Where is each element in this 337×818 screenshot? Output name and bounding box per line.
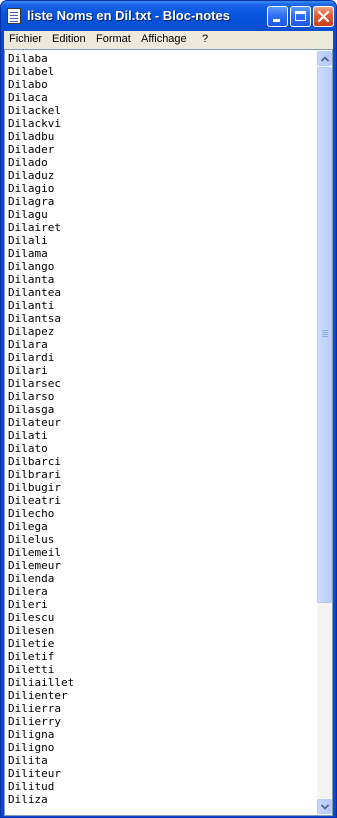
text-editor[interactable]: Dilaba Dilabel Dilabo Dilaca Dilackel Di… [4, 49, 333, 816]
text-line: Dilelus [8, 533, 55, 546]
text-line: Dilango [8, 260, 55, 273]
text-line: Dilato [8, 442, 48, 455]
text-line: Dilierra [8, 702, 61, 715]
text-line: Dilita [8, 754, 48, 767]
text-line: Diladuz [8, 169, 55, 182]
text-line: Dilasga [8, 403, 55, 416]
text-line: Diligna [8, 728, 55, 741]
text-line: Diliza [8, 793, 48, 806]
menu-bar: Fichier Edition Format Affichage ? [4, 31, 333, 49]
text-line: Dilackel [8, 104, 61, 117]
close-icon [317, 10, 330, 23]
text-line: Dilagio [8, 182, 55, 195]
text-line: Dilesen [8, 624, 55, 637]
maximize-icon [295, 11, 306, 21]
minimize-icon [273, 19, 280, 22]
text-line: Dilantsa [8, 312, 61, 325]
text-line: Dilbarci [8, 455, 61, 468]
text-line: Diligno [8, 741, 55, 754]
scroll-up-button[interactable] [317, 51, 332, 66]
text-line: Dilabo [8, 78, 48, 91]
text-line: Dilati [8, 429, 48, 442]
text-line: Dilaba [8, 52, 48, 65]
text-line: Dilemeur [8, 559, 61, 572]
text-line: Dilaca [8, 91, 48, 104]
menu-edition[interactable]: Edition [52, 33, 86, 45]
text-line: Dilbugir [8, 481, 61, 494]
text-line: Dilescu [8, 611, 55, 624]
text-line: Dilienter [8, 689, 68, 702]
menu-fichier[interactable]: Fichier [9, 33, 42, 45]
text-line: Dilanta [8, 273, 55, 286]
text-line: Dilagra [8, 195, 55, 208]
text-line: Dilecho [8, 507, 55, 520]
scroll-down-button[interactable] [317, 799, 332, 814]
text-line: Diletie [8, 637, 55, 650]
text-line: Diliaillet [8, 676, 75, 689]
text-line: Dilama [8, 247, 48, 260]
text-line: Dilateur [8, 416, 61, 429]
notepad-icon[interactable] [7, 8, 21, 24]
text-line: Dilapez [8, 325, 55, 338]
menu-affichage[interactable]: Affichage [141, 33, 187, 45]
text-line: Dilali [8, 234, 48, 247]
text-line: Dilardi [8, 351, 55, 364]
text-line: Dilega [8, 520, 48, 533]
text-line: Dilackvi [8, 117, 61, 130]
minimize-button[interactable] [267, 6, 288, 27]
text-line: Dilader [8, 143, 55, 156]
text-line: Dileatri [8, 494, 61, 507]
scroll-thumb[interactable] [317, 67, 332, 603]
text-line: Dilenda [8, 572, 55, 585]
vertical-scrollbar[interactable] [317, 51, 332, 814]
text-line: Dilitud [8, 780, 55, 793]
close-button[interactable] [313, 6, 334, 27]
text-line: Dilanti [8, 299, 55, 312]
text-line: Dilbrari [8, 468, 61, 481]
notepad-window: liste Noms en Dil.txt - Bloc-notes Fichi… [0, 0, 337, 818]
document-text[interactable]: Dilaba Dilabel Dilabo Dilaca Dilackel Di… [7, 52, 315, 813]
text-line: Dilera [8, 585, 48, 598]
window-title: liste Noms en Dil.txt - Bloc-notes [27, 8, 230, 23]
title-bar[interactable]: liste Noms en Dil.txt - Bloc-notes [1, 1, 336, 31]
text-line: Dilantea [8, 286, 61, 299]
text-line: Dilarsec [8, 377, 61, 390]
text-line: Dilierry [8, 715, 61, 728]
text-line: Diletti [8, 663, 55, 676]
maximize-button[interactable] [290, 6, 311, 27]
text-line: Diliteur [8, 767, 61, 780]
grip-icon [322, 330, 328, 338]
menu-format[interactable]: Format [96, 33, 131, 45]
text-line: Dilemeil [8, 546, 61, 559]
menu-help[interactable]: ? [202, 33, 208, 45]
text-line: Dilara [8, 338, 48, 351]
arrow-up-icon [321, 56, 329, 62]
text-line: Diladbu [8, 130, 55, 143]
arrow-down-icon [321, 804, 329, 810]
text-line: Dilado [8, 156, 48, 169]
text-line: Dileri [8, 598, 48, 611]
text-line: Dilagu [8, 208, 48, 221]
text-line: Dilari [8, 364, 48, 377]
text-line: Diletif [8, 650, 55, 663]
text-line: Dilairet [8, 221, 61, 234]
text-line: Dilabel [8, 65, 55, 78]
text-line: Dilarso [8, 390, 55, 403]
